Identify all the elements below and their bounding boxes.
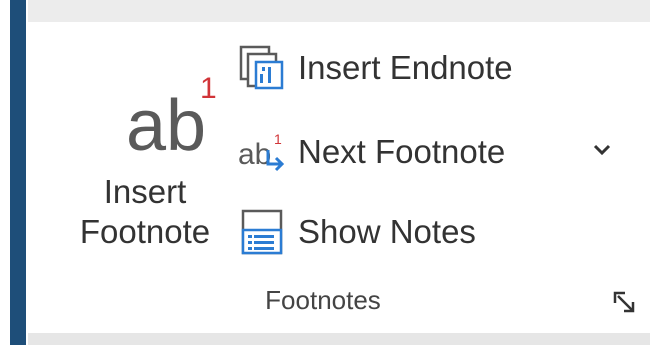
ribbon-screenshot: ab 1 Insert Footnote Insert Endnote ab 1… [0,0,650,345]
show-notes-button[interactable]: Show Notes [238,202,476,262]
next-footnote-button[interactable]: ab 1 Next Footnote [238,122,505,182]
left-accent-bar [10,0,26,345]
show-notes-label: Show Notes [298,213,476,250]
insert-footnote-label: Insert Footnote [60,172,230,252]
insert-endnote-label: Insert Endnote [298,49,513,86]
insert-endnote-button[interactable]: Insert Endnote [238,38,513,98]
insert-footnote-label-line1: Insert [103,173,187,210]
next-footnote-icon-text: ab [238,138,271,171]
insert-footnote-icon: ab 1 [126,72,217,164]
insert-footnote-icon-text: ab [126,86,206,164]
group-label-footnotes: Footnotes [265,285,381,315]
next-footnote-label: Next Footnote [298,133,506,170]
footnotes-group: ab 1 Insert Footnote Insert Endnote ab 1… [28,22,650,333]
next-footnote-icon-superscript: 1 [274,131,282,147]
insert-footnote-button[interactable]: ab 1 Insert Footnote [60,36,230,268]
left-accent [0,0,28,345]
top-strip [0,0,650,22]
insert-footnote-label-line2: Footnote [79,213,211,250]
show-notes-icon [241,209,283,255]
bottom-strip [28,333,650,345]
insert-footnote-icon-superscript: 1 [200,72,217,105]
next-footnote-icon: ab 1 [238,131,285,172]
next-footnote-dropdown-chevron-down-icon[interactable] [588,136,616,164]
dialog-launcher-icon[interactable] [612,290,638,316]
insert-endnote-icon [239,45,284,90]
